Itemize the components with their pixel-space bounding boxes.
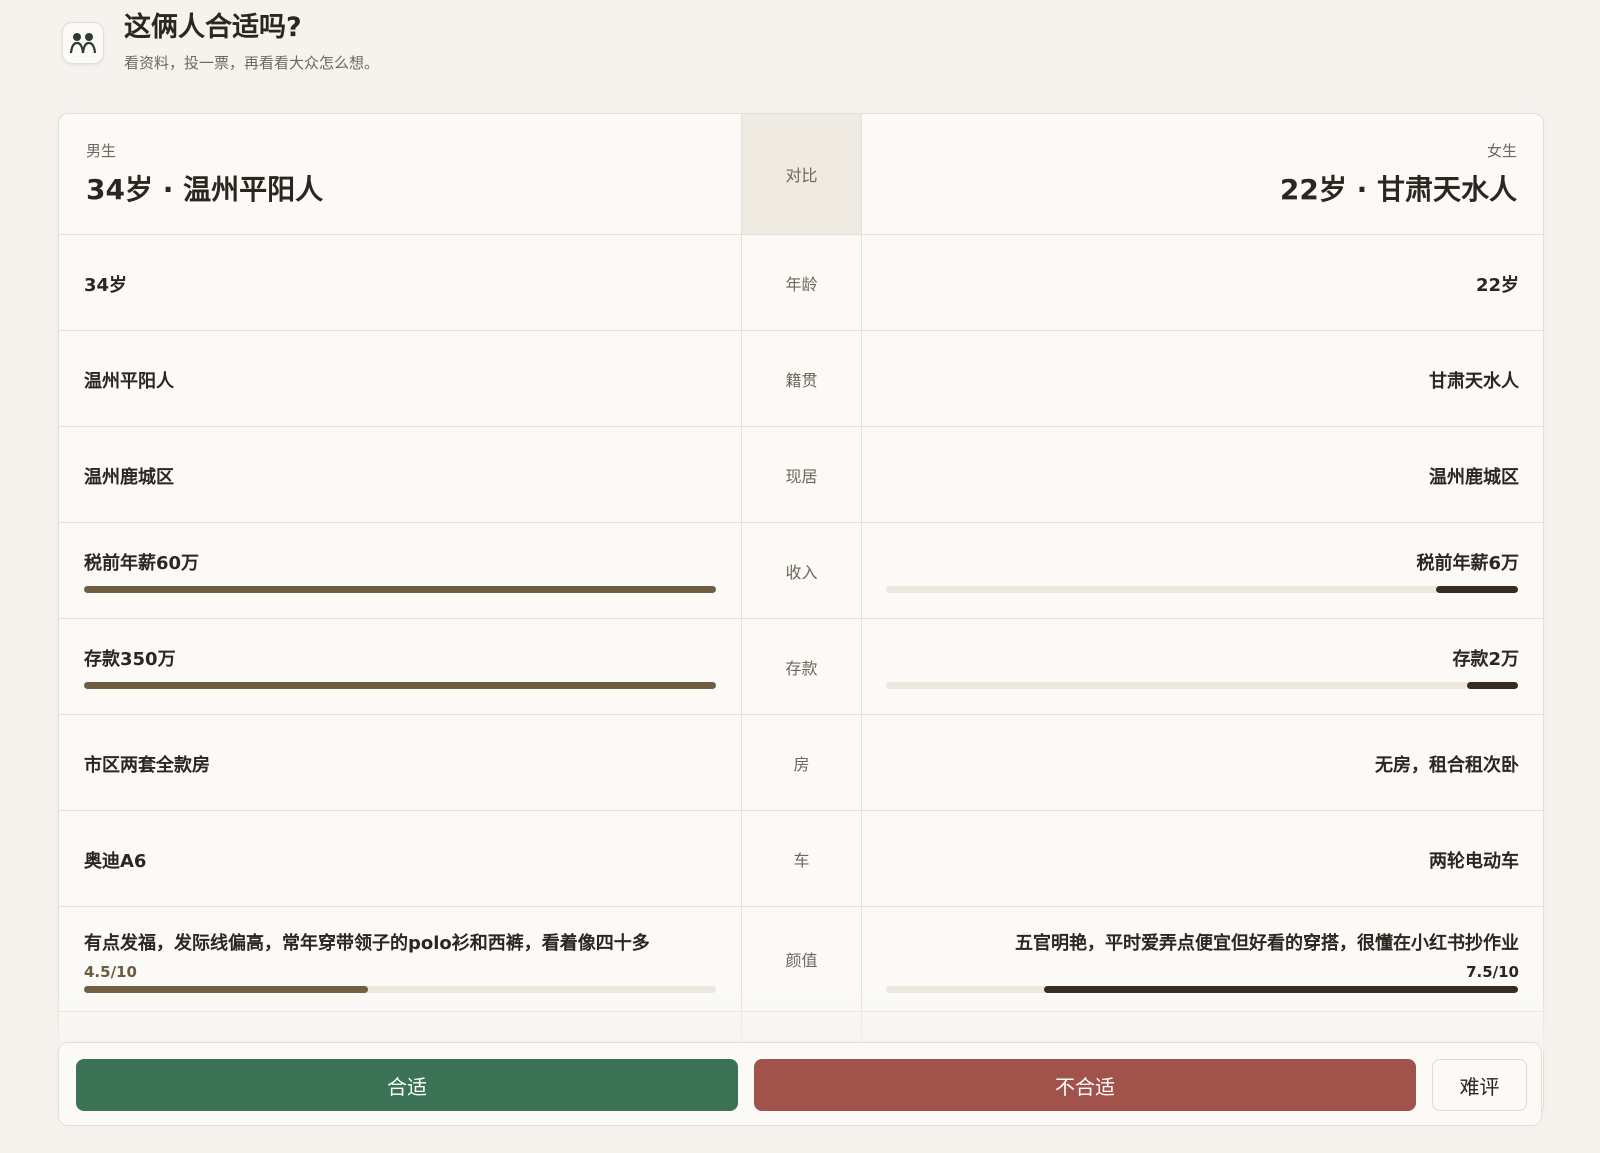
row-label-house: 房 — [742, 715, 862, 810]
page-subtitle: 看资料，投一票，再看看大众怎么想。 — [124, 54, 380, 72]
row-label-looks: 颜值 — [742, 907, 862, 1011]
female-profile-cell: 女生 22岁 · 甘肃天水人 — [862, 114, 1543, 234]
people-icon — [62, 22, 104, 64]
vote-unsuitable-button[interactable]: 不合适 — [754, 1059, 1416, 1111]
female-title: 22岁 · 甘肃天水人 — [1279, 173, 1517, 206]
male-title: 34岁 · 温州平阳人 — [86, 173, 324, 206]
female-income-fill — [1435, 586, 1518, 593]
row-savings: 存款350万 存款 存款2万 — [59, 619, 1543, 715]
male-label: 男生 — [86, 142, 117, 160]
female-residence: 温州鹿城区 — [1429, 467, 1519, 488]
row-income: 税前年薪60万 收入 税前年薪6万 — [59, 523, 1543, 619]
comparison-card: 男生 34岁 · 温州平阳人 对比 女生 22岁 · 甘肃天水人 34岁 年龄 … — [58, 113, 1544, 1115]
female-looks-bar — [886, 986, 1518, 993]
row-house: 市区两套全款房 房 无房，租合租次卧 — [59, 715, 1543, 811]
male-car: 奥迪A6 — [84, 851, 147, 872]
male-savings: 存款350万 — [84, 649, 176, 670]
female-origin: 甘肃天水人 — [1429, 371, 1519, 392]
female-income: 税前年薪6万 — [1416, 553, 1519, 574]
male-looks-score: 4.5/10 — [84, 963, 137, 981]
male-looks: 有点发福，发际线偏高，常年穿带领子的polo衫和西裤，看着像四十多 — [84, 933, 650, 954]
female-house: 无房，租合租次卧 — [1375, 755, 1519, 776]
female-label: 女生 — [1486, 142, 1517, 160]
male-income-fill — [84, 586, 716, 593]
male-looks-fill — [84, 986, 369, 993]
female-income-bar — [886, 586, 1518, 593]
female-savings-bar — [886, 682, 1518, 689]
row-car: 奥迪A6 车 两轮电动车 — [59, 811, 1543, 907]
female-looks: 五官明艳，平时爱弄点便宜但好看的穿搭，很懂在小红书抄作业 — [1015, 933, 1519, 954]
male-income: 税前年薪60万 — [84, 553, 200, 574]
male-age: 34岁 — [84, 275, 128, 296]
page-title: 这俩人合适吗? — [124, 12, 302, 43]
male-savings-fill — [84, 682, 716, 689]
female-savings-fill — [1467, 682, 1518, 689]
row-age: 34岁 年龄 22岁 — [59, 235, 1543, 331]
row-label-car: 车 — [742, 811, 862, 906]
row-residence: 温州鹿城区 现居 温州鹿城区 — [59, 427, 1543, 523]
vote-hard-to-say-button[interactable]: 难评 — [1432, 1059, 1527, 1111]
row-looks: 有点发福，发际线偏高，常年穿带领子的polo衫和西裤，看着像四十多 4.5/10… — [59, 907, 1543, 1012]
vote-action-bar: 合适 不合适 难评 — [58, 1042, 1542, 1126]
compare-label: 对比 — [742, 114, 862, 234]
row-origin: 温州平阳人 籍贯 甘肃天水人 — [59, 331, 1543, 427]
vote-suitable-button[interactable]: 合适 — [76, 1059, 738, 1111]
row-label-residence: 现居 — [742, 427, 862, 522]
female-looks-score: 7.5/10 — [1466, 963, 1519, 981]
female-age: 22岁 — [1475, 275, 1519, 296]
female-car: 两轮电动车 — [1429, 851, 1519, 872]
row-label-age: 年龄 — [742, 235, 862, 330]
row-label-income: 收入 — [742, 523, 862, 618]
female-savings: 存款2万 — [1452, 649, 1519, 670]
profile-header-row: 男生 34岁 · 温州平阳人 对比 女生 22岁 · 甘肃天水人 — [59, 114, 1543, 235]
row-label-savings: 存款 — [742, 619, 862, 714]
male-house: 市区两套全款房 — [84, 755, 210, 776]
page-header: 这俩人合适吗? 看资料，投一票，再看看大众怎么想。 — [62, 12, 379, 73]
male-income-bar — [84, 586, 716, 593]
male-residence: 温州鹿城区 — [84, 467, 174, 488]
male-looks-bar — [84, 986, 716, 993]
male-origin: 温州平阳人 — [84, 371, 174, 392]
row-label-origin: 籍贯 — [742, 331, 862, 426]
female-looks-fill — [1044, 986, 1518, 993]
male-profile-cell: 男生 34岁 · 温州平阳人 — [59, 114, 742, 234]
male-savings-bar — [84, 682, 716, 689]
